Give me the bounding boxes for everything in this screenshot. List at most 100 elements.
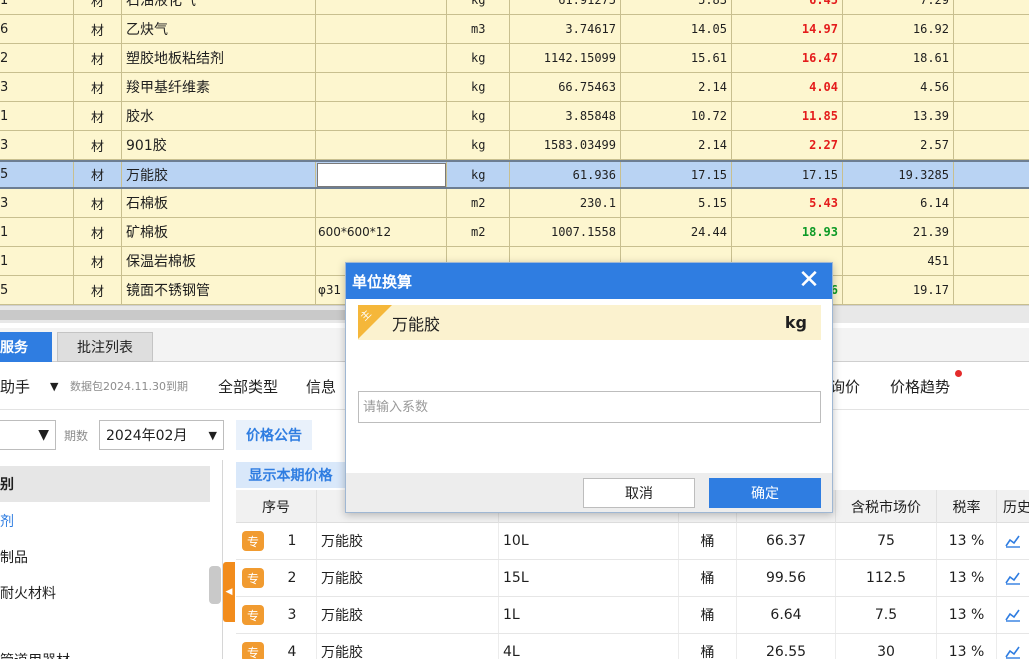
row-no[interactable]: 3	[0, 189, 74, 217]
row-name[interactable]: 乙炔气	[122, 15, 316, 43]
row-type[interactable]: 材	[74, 0, 122, 14]
row-budget-price[interactable]: 15.61	[621, 44, 732, 72]
row-spec[interactable]	[316, 0, 447, 14]
ok-button[interactable]: 确定	[709, 478, 821, 508]
row-market-price[interactable]: 6.45	[732, 0, 843, 14]
row-type[interactable]: 材	[74, 15, 122, 43]
row-no[interactable]: 2	[0, 44, 74, 72]
all-types-button[interactable]: 全部类型	[218, 362, 278, 410]
row-name[interactable]: 镜面不锈钢管	[122, 276, 316, 304]
row-budget-price[interactable]: 24.44	[621, 218, 732, 246]
row-quantity[interactable]: 61.936	[510, 162, 621, 187]
material-row[interactable]: 3 材羧甲基纤维素 kg 66.75463 2.14 4.04 4.56	[0, 73, 1029, 102]
row-budget-price[interactable]: 17.15	[621, 162, 732, 187]
row-unit[interactable]: kg	[447, 44, 510, 72]
category-item[interactable]: 管道用器材	[0, 642, 210, 659]
row-unit[interactable]: m2	[447, 189, 510, 217]
row-spec[interactable]	[316, 102, 447, 130]
material-row[interactable]: 3 材石棉板 m2 230.1 5.15 5.43 6.14	[0, 189, 1029, 218]
row-extra[interactable]	[954, 102, 1029, 130]
row-unit[interactable]: kg	[447, 0, 510, 14]
row-name[interactable]: 石棉板	[122, 189, 316, 217]
material-row[interactable]: 1 材石油液化气 kg 61.91275 5.83 6.45 7.29	[0, 0, 1029, 15]
row-type[interactable]: 材	[74, 218, 122, 246]
row-type[interactable]: 材	[74, 44, 122, 72]
row-unit[interactable]: kg	[447, 131, 510, 159]
price-row[interactable]: 专 3 万能胶 1L 桶 6.64 7.5 13 %	[236, 597, 1029, 634]
tab-service[interactable]: 服务	[0, 332, 52, 362]
row-quantity[interactable]: 1007.1558	[510, 218, 621, 246]
material-row[interactable]: 2 材塑胶地板粘结剂 kg 1142.15099 15.61 16.47 18.61	[0, 44, 1029, 73]
coefficient-input[interactable]	[358, 391, 821, 423]
row-market-price[interactable]: 5.43	[732, 189, 843, 217]
row-extra[interactable]	[954, 247, 1029, 275]
price-trend-button[interactable]: 价格趋势	[890, 362, 950, 410]
row-market-price[interactable]: 16.47	[732, 44, 843, 72]
material-row[interactable]: 3 材 901胶 kg 1583.03499 2.14 2.27 2.57	[0, 131, 1029, 160]
inquiry-button[interactable]: 询价	[830, 362, 860, 410]
row-tax-price[interactable]: 19.17	[843, 276, 954, 304]
row-market-price[interactable]: 18.93	[732, 218, 843, 246]
row-tax-price[interactable]: 19.3285	[843, 162, 954, 187]
row-name[interactable]: 石油液化气	[122, 0, 316, 14]
row-unit[interactable]: kg	[447, 73, 510, 101]
material-row[interactable]: 1 材矿棉板 600*600*12 m2 1007.1558 24.44 18.93 21.3…	[0, 218, 1029, 247]
row-market-price[interactable]: 14.97	[732, 15, 843, 43]
row-no[interactable]: 3	[0, 73, 74, 101]
row-tax-price[interactable]: 7.29	[843, 0, 954, 14]
row-spec[interactable]	[316, 131, 447, 159]
row-name[interactable]: 万能胶	[122, 162, 316, 187]
row-quantity[interactable]: 230.1	[510, 189, 621, 217]
row-spec[interactable]	[316, 73, 447, 101]
row-quantity[interactable]: 1583.03499	[510, 131, 621, 159]
header-rate[interactable]: 税率	[937, 490, 997, 523]
trend-chart-icon[interactable]	[997, 560, 1029, 596]
row-extra[interactable]	[954, 162, 1029, 187]
row-name[interactable]: 901胶	[122, 131, 316, 159]
row-no[interactable]: 5	[0, 162, 74, 187]
material-row[interactable]: 5 材万能胶 kg 61.936 17.15 17.15 19.3285	[0, 160, 1029, 189]
row-tax-price[interactable]: 16.92	[843, 15, 954, 43]
row-market-price[interactable]: 11.85	[732, 102, 843, 130]
trend-chart-icon[interactable]	[997, 523, 1029, 559]
row-spec[interactable]	[316, 44, 447, 72]
row-no[interactable]: 1	[0, 0, 74, 14]
row-type[interactable]: 材	[74, 73, 122, 101]
row-tax-price[interactable]: 21.39	[843, 218, 954, 246]
row-name[interactable]: 塑胶地板粘结剂	[122, 44, 316, 72]
row-budget-price[interactable]: 10.72	[621, 102, 732, 130]
row-extra[interactable]	[954, 15, 1029, 43]
row-no[interactable]: 5	[0, 276, 74, 304]
row-extra[interactable]	[954, 44, 1029, 72]
row-type[interactable]: 材	[74, 276, 122, 304]
row-tax-price[interactable]: 4.56	[843, 73, 954, 101]
info-button[interactable]: 信息	[306, 362, 336, 410]
price-row[interactable]: 专 2 万能胶 15L 桶 99.56 112.5 13 %	[236, 560, 1029, 597]
row-type[interactable]: 材	[74, 102, 122, 130]
trend-chart-icon[interactable]	[997, 597, 1029, 633]
show-current-price-button[interactable]: 显示本期价格	[236, 462, 345, 488]
row-extra[interactable]	[954, 218, 1029, 246]
row-extra[interactable]	[954, 189, 1029, 217]
row-budget-price[interactable]: 5.15	[621, 189, 732, 217]
row-unit[interactable]: m3	[447, 15, 510, 43]
row-no[interactable]: 1	[0, 247, 74, 275]
row-extra[interactable]	[954, 276, 1029, 304]
row-quantity[interactable]: 1142.15099	[510, 44, 621, 72]
trend-chart-icon[interactable]	[997, 634, 1029, 659]
row-name[interactable]: 羧甲基纤维素	[122, 73, 316, 101]
row-extra[interactable]	[954, 0, 1029, 14]
row-budget-price[interactable]: 2.14	[621, 131, 732, 159]
row-unit[interactable]: kg	[447, 162, 510, 187]
scrollbar-thumb[interactable]	[209, 566, 221, 604]
row-extra[interactable]	[954, 73, 1029, 101]
row-market-price[interactable]: 2.27	[732, 131, 843, 159]
row-type[interactable]: 材	[74, 189, 122, 217]
row-quantity[interactable]: 3.74617	[510, 15, 621, 43]
row-quantity[interactable]: 3.85848	[510, 102, 621, 130]
row-budget-price[interactable]: 5.83	[621, 0, 732, 14]
row-tax-price[interactable]: 6.14	[843, 189, 954, 217]
row-no[interactable]: 3	[0, 131, 74, 159]
row-extra[interactable]	[954, 131, 1029, 159]
row-unit[interactable]: m2	[447, 218, 510, 246]
